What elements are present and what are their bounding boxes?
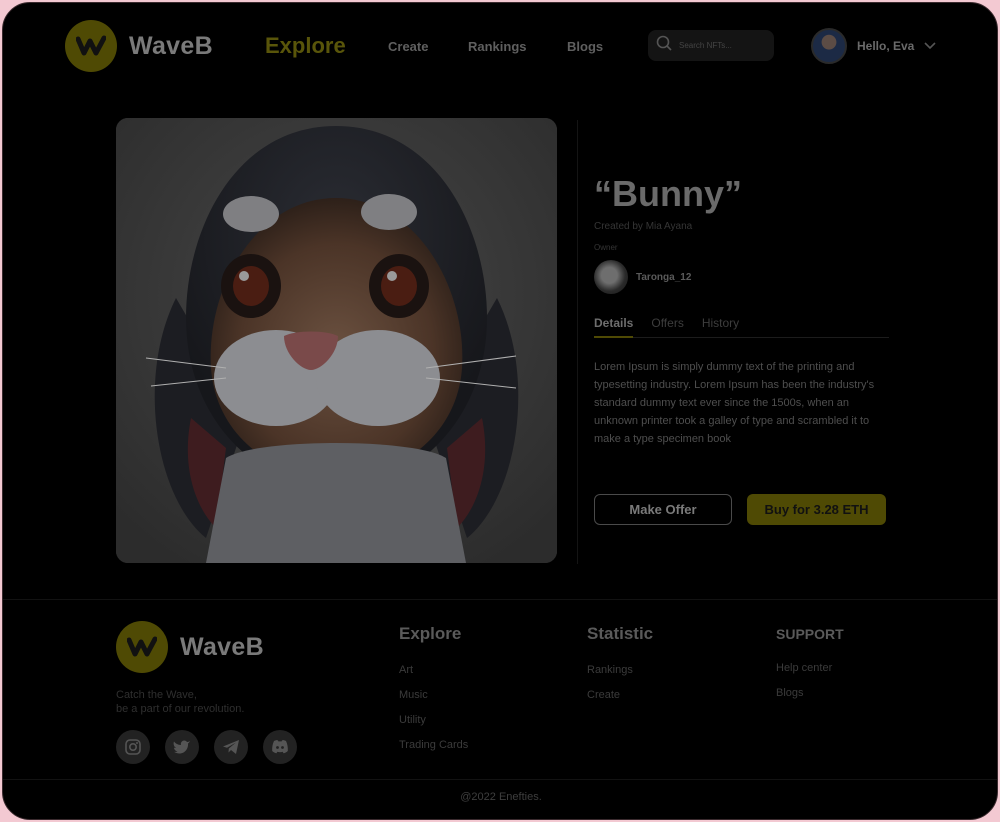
footer-support-heading: SUPPORT bbox=[776, 626, 844, 642]
tab-offers[interactable]: Offers bbox=[651, 316, 683, 338]
footer-divider bbox=[3, 599, 997, 600]
footer-link-utility[interactable]: Utility bbox=[399, 714, 468, 726]
vertical-divider bbox=[577, 120, 578, 564]
footer-brand-name: WaveB bbox=[180, 632, 264, 661]
user-greeting: Hello, Eva bbox=[857, 39, 915, 53]
social-links bbox=[116, 730, 297, 764]
search-icon bbox=[656, 35, 672, 56]
footer-link-art[interactable]: Art bbox=[399, 664, 468, 676]
brand-logo[interactable]: WaveB bbox=[65, 20, 213, 72]
footer-statistic-heading: Statistic bbox=[587, 624, 654, 643]
footer-brand-logo[interactable]: WaveB bbox=[116, 621, 264, 673]
footer-link-blogs[interactable]: Blogs bbox=[776, 687, 844, 699]
app-window: WaveB Explore Create Rankings Blogs Hell… bbox=[2, 2, 998, 820]
wave-logo-icon bbox=[65, 20, 117, 72]
detail-tabs: Details Offers History bbox=[594, 316, 889, 338]
creator-label: Created by Mia Ayana bbox=[594, 221, 693, 232]
twitter-icon[interactable] bbox=[165, 730, 199, 764]
footer-support-column: SUPPORT Help center Blogs bbox=[776, 624, 844, 712]
nft-title: “Bunny” bbox=[594, 173, 742, 214]
tab-history[interactable]: History bbox=[702, 316, 739, 338]
footer-explore-heading: Explore bbox=[399, 624, 462, 643]
footer-explore-column: Explore Art Music Utility Trading Cards bbox=[399, 624, 468, 764]
owner-avatar bbox=[594, 260, 628, 294]
make-offer-button[interactable]: Make Offer bbox=[594, 494, 732, 525]
nft-description: Lorem Ipsum is simply dummy text of the … bbox=[594, 361, 875, 445]
footer-link-create[interactable]: Create bbox=[587, 689, 653, 701]
footer-statistic-column: Statistic Rankings Create bbox=[587, 624, 653, 714]
owner-info[interactable]: Taronga_12 bbox=[594, 260, 691, 294]
tab-details[interactable]: Details bbox=[594, 316, 634, 338]
footer-tagline: Catch the Wave, be a part of our revolut… bbox=[116, 688, 244, 716]
instagram-icon[interactable] bbox=[116, 730, 150, 764]
tagline-line-1: Catch the Wave, bbox=[116, 689, 197, 701]
footer-link-music[interactable]: Music bbox=[399, 689, 468, 701]
tagline-line-2: be a part of our revolution. bbox=[116, 703, 245, 715]
search-bar[interactable] bbox=[648, 30, 774, 61]
copyright-text: @2022 Enefties. bbox=[460, 791, 542, 803]
wave-logo-icon bbox=[116, 621, 168, 673]
telegram-icon[interactable] bbox=[214, 730, 248, 764]
search-input[interactable] bbox=[679, 41, 769, 50]
nav-blogs[interactable]: Blogs bbox=[567, 39, 603, 54]
nav-rankings[interactable]: Rankings bbox=[468, 39, 527, 54]
avatar bbox=[811, 28, 847, 64]
footer-link-trading-cards[interactable]: Trading Cards bbox=[399, 739, 468, 751]
nav-explore[interactable]: Explore bbox=[265, 33, 346, 59]
owner-label: Owner bbox=[594, 243, 618, 252]
chevron-down-icon[interactable] bbox=[924, 37, 936, 55]
discord-icon[interactable] bbox=[263, 730, 297, 764]
nft-image bbox=[116, 118, 557, 563]
nav-create[interactable]: Create bbox=[388, 39, 428, 54]
footer-link-rankings[interactable]: Rankings bbox=[587, 664, 653, 676]
copyright-divider bbox=[3, 779, 997, 780]
footer-link-help-center[interactable]: Help center bbox=[776, 662, 844, 674]
buy-button[interactable]: Buy for 3.28 ETH bbox=[747, 494, 886, 525]
user-menu[interactable]: Hello, Eva bbox=[811, 28, 936, 64]
brand-name: WaveB bbox=[129, 31, 213, 60]
owner-name: Taronga_12 bbox=[636, 271, 692, 283]
